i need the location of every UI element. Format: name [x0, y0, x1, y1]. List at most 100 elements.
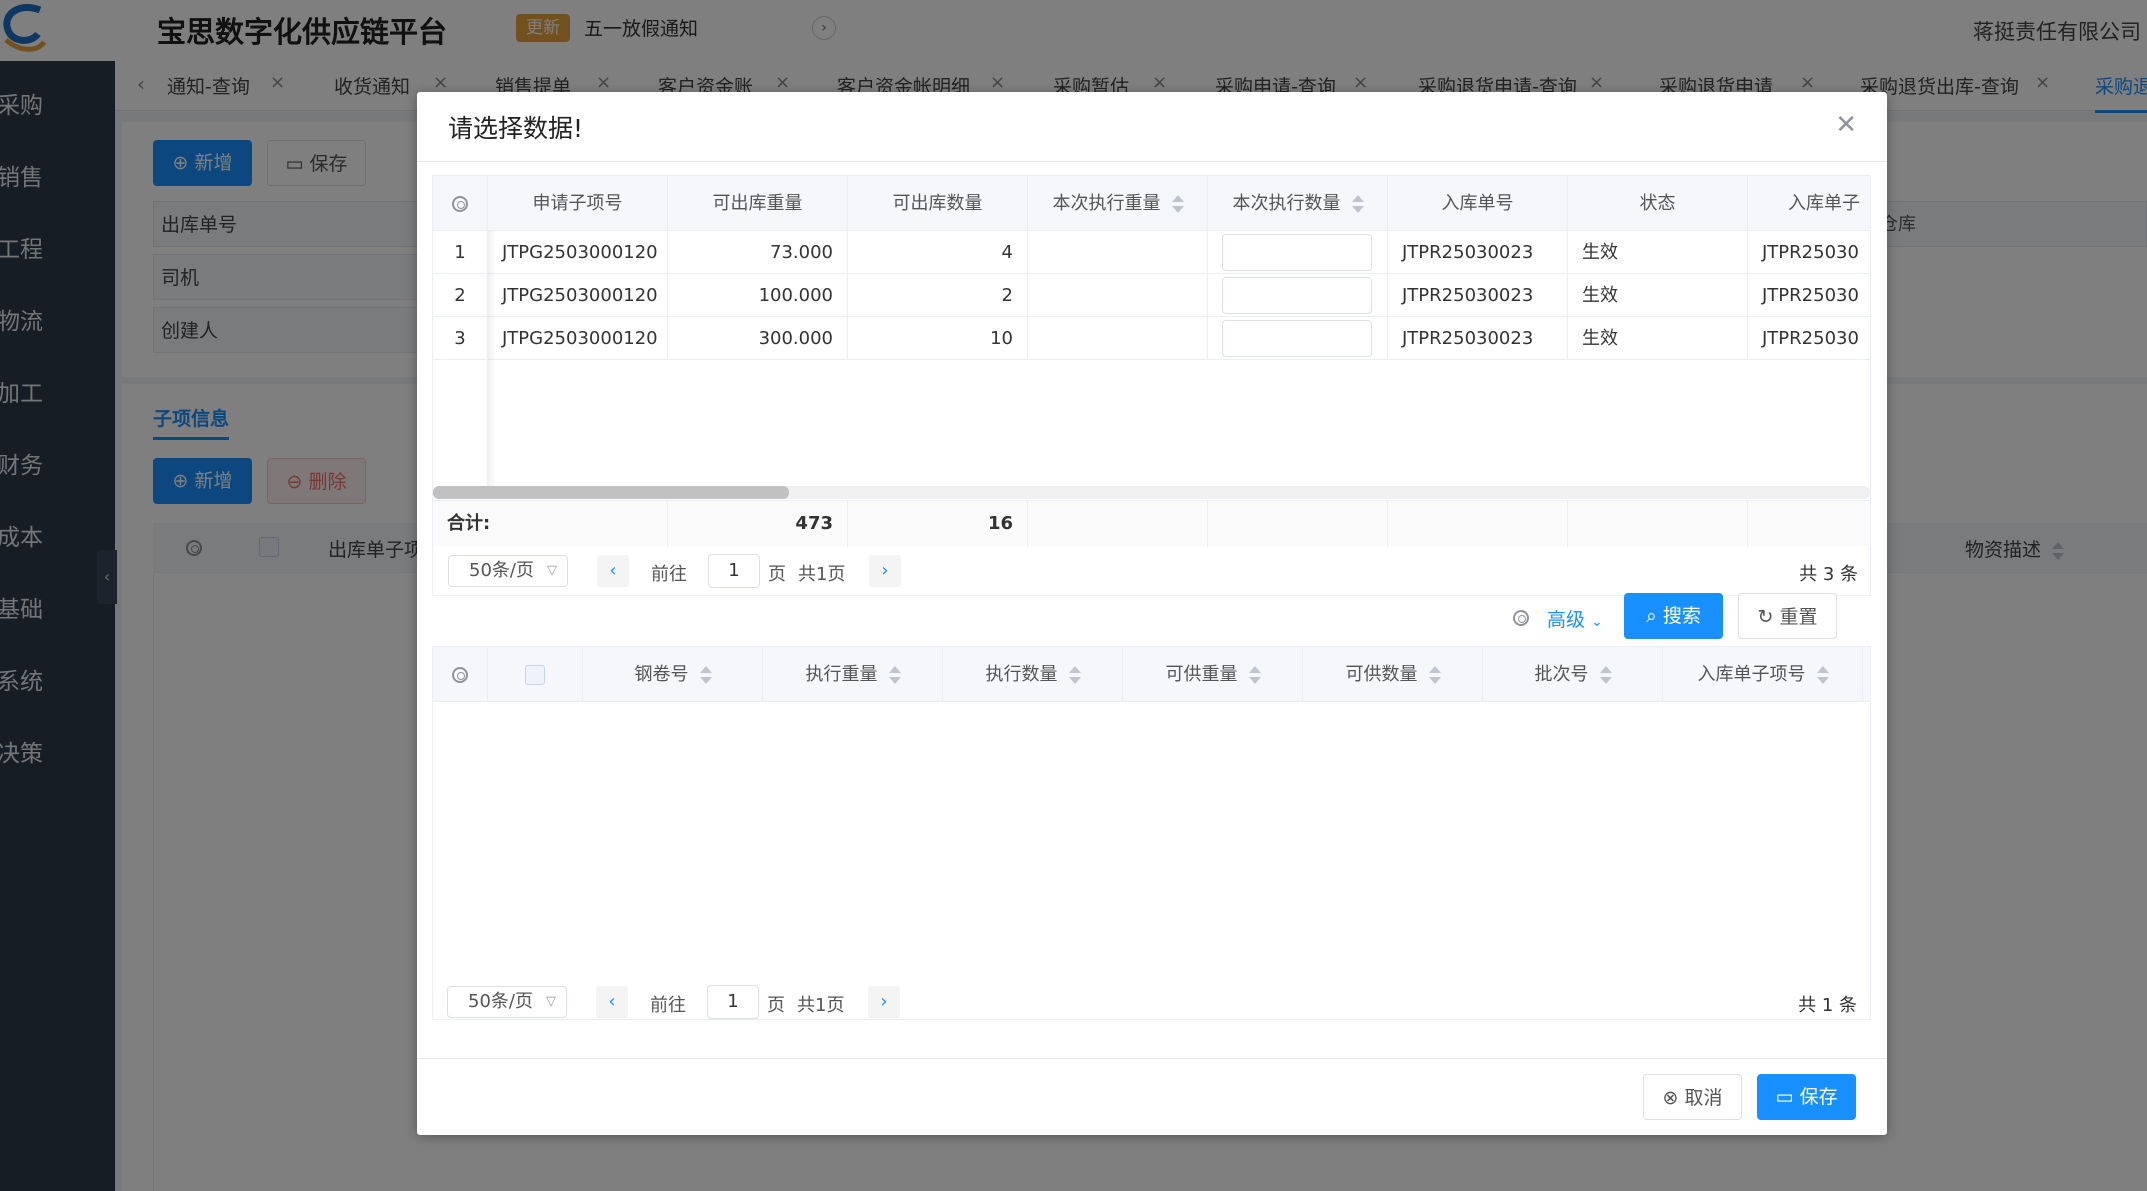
sort-icon[interactable] — [1351, 195, 1364, 213]
chevron-down-icon: ⌄ — [1591, 614, 1603, 630]
summary-label: 合计: — [433, 501, 668, 547]
col-available-weight[interactable]: 可出库重量 — [668, 176, 848, 231]
col-batch-no[interactable]: 批次号 — [1483, 647, 1663, 702]
cell-qty: 10 — [848, 317, 1028, 360]
col-exec-qty[interactable]: 执行数量 — [943, 647, 1123, 702]
sort-icon[interactable] — [1068, 666, 1081, 684]
dialog-close-icon[interactable]: ✕ — [1835, 110, 1857, 140]
chevron-down-icon: ▽ — [547, 563, 557, 578]
page-size-select[interactable]: 50条/页 ▽ — [447, 986, 567, 1018]
cell-inbound-no: JTPR25030023 — [1388, 317, 1568, 360]
total-pages-label: 共1页 — [798, 564, 846, 585]
col-supply-qty[interactable]: 可供数量 — [1303, 647, 1483, 702]
col-apply-item-no[interactable]: 申请子项号 — [488, 176, 668, 231]
page-unit-label: 页 — [767, 995, 785, 1016]
sort-icon[interactable] — [699, 666, 712, 684]
total-pages-label: 共1页 — [797, 995, 845, 1016]
dialog-title: 请选择数据! — [448, 114, 584, 143]
cell-exec-qty — [1208, 231, 1388, 274]
col-inbound-no[interactable]: 入库单号 — [1388, 176, 1568, 231]
total-count-label: 共 1 条 — [1798, 995, 1857, 1016]
grid-settings-icon[interactable] — [452, 196, 468, 212]
page-unit-label: 页 — [768, 564, 786, 585]
col-inbound-item[interactable]: 入库单子 — [1748, 176, 1870, 231]
col-available-qty[interactable]: 可出库数量 — [848, 176, 1028, 231]
cell-exec-qty — [1208, 274, 1388, 317]
cell-apply-item: JTPG2503000120 — [488, 274, 668, 317]
cell-inbound-item: JTPR25030 — [1762, 328, 1859, 349]
col-inbound-item-no[interactable]: 入库单子项号 — [1663, 647, 1863, 702]
select-all-cell[interactable] — [488, 647, 583, 702]
dialog-header: 请选择数据! ✕ — [417, 92, 1887, 162]
summary-empty — [1388, 501, 1568, 547]
chevron-down-icon: ▽ — [546, 994, 556, 1009]
reset-button[interactable]: ↻ 重置 — [1738, 593, 1837, 639]
cancel-button[interactable]: ⊗ 取消 — [1643, 1074, 1742, 1120]
fixed-column-divider — [487, 360, 488, 498]
col-status[interactable]: 状态 — [1568, 176, 1748, 231]
search-button[interactable]: ⌕ 搜索 — [1624, 593, 1723, 639]
search-icon: ⌕ — [1646, 605, 1657, 627]
col-coil-no[interactable]: 钢卷号 — [583, 647, 763, 702]
exec-qty-input[interactable] — [1222, 277, 1372, 314]
page-number-input[interactable]: 1 — [708, 554, 760, 588]
bottom-data-grid: 钢卷号 执行重量 执行数量 可供重量 可供数量 批次号 入库单子项号 — [432, 646, 1871, 1020]
sort-icon[interactable] — [1816, 666, 1829, 684]
sort-icon[interactable] — [1428, 666, 1441, 684]
exec-qty-input[interactable] — [1222, 234, 1372, 271]
cell-inbound-no: JTPR25030023 — [1388, 274, 1568, 317]
cell-status: 生效 — [1568, 231, 1748, 274]
cell-exec-weight — [1028, 274, 1208, 317]
col-exec-qty[interactable]: 本次执行数量 — [1208, 176, 1388, 231]
summary-weight: 473 — [668, 501, 848, 547]
exec-qty-input[interactable] — [1222, 320, 1372, 357]
cell-exec-qty — [1208, 317, 1388, 360]
summary-qty: 16 — [848, 501, 1028, 547]
dialog-footer: ⊗ 取消 ▭ 保存 — [417, 1058, 1887, 1135]
top-grid-settings-cell[interactable] — [433, 176, 488, 231]
summary-empty — [1028, 501, 1208, 547]
table-row[interactable]: 3 JTPG2503000120 300.000 10 JTPR25030023… — [433, 317, 1870, 360]
table-row[interactable]: 1 JTPG2503000120 73.000 4 JTPR25030023 生… — [433, 231, 1870, 274]
col-supply-weight[interactable]: 可供重量 — [1123, 647, 1303, 702]
advanced-search-toggle[interactable]: 高级 ⌄ — [1547, 605, 1603, 632]
cell-weight: 73.000 — [668, 231, 848, 274]
summary-row: 合计: 473 16 — [433, 500, 1870, 547]
top-data-grid: 申请子项号 可出库重量 可出库数量 本次执行重量 本次执行数量 入库单号 状态 … — [432, 175, 1871, 596]
page-number-input[interactable]: 1 — [707, 985, 759, 1019]
sort-icon[interactable] — [1248, 666, 1261, 684]
row-index: 3 — [433, 317, 488, 360]
top-grid-scrollbar[interactable] — [433, 486, 1870, 499]
cell-inbound-no: JTPR25030023 — [1388, 231, 1568, 274]
goto-label: 前往 — [650, 995, 686, 1016]
select-all-checkbox[interactable] — [525, 665, 545, 685]
cancel-icon: ⊗ — [1662, 1087, 1679, 1109]
sort-icon[interactable] — [1599, 666, 1612, 684]
col-exec-weight[interactable]: 本次执行重量 — [1028, 176, 1208, 231]
bottom-grid-settings-cell[interactable] — [433, 647, 488, 702]
refresh-icon: ↻ — [1757, 606, 1774, 628]
prev-page-button[interactable]: ‹ — [597, 555, 629, 587]
sort-icon[interactable] — [888, 666, 901, 684]
page-size-select[interactable]: 50条/页 ▽ — [448, 555, 568, 587]
select-data-dialog: 请选择数据! ✕ 申请子项号 可出库重量 可出库数量 本次执行重量 本次执行数量… — [417, 92, 1887, 1135]
cell-exec-weight — [1028, 231, 1208, 274]
cell-apply-item: JTPG2503000120 — [488, 231, 668, 274]
prev-page-button[interactable]: ‹ — [596, 986, 628, 1018]
cell-weight: 100.000 — [668, 274, 848, 317]
search-settings-icon[interactable] — [1513, 610, 1529, 626]
save-button[interactable]: ▭ 保存 — [1757, 1074, 1856, 1120]
sort-icon[interactable] — [1171, 195, 1184, 213]
row-index: 2 — [433, 274, 488, 317]
scroll-thumb[interactable] — [433, 486, 789, 499]
table-row[interactable]: 2 JTPG2503000120 100.000 2 JTPR25030023 … — [433, 274, 1870, 317]
cell-exec-weight — [1028, 317, 1208, 360]
next-page-button[interactable]: › — [868, 986, 900, 1018]
col-exec-weight[interactable]: 执行重量 — [763, 647, 943, 702]
grid-settings-icon[interactable] — [452, 667, 468, 683]
cell-qty: 2 — [848, 274, 1028, 317]
summary-empty — [1568, 501, 1748, 547]
next-page-button[interactable]: › — [869, 555, 901, 587]
bottom-grid-header: 钢卷号 执行重量 执行数量 可供重量 可供数量 批次号 入库单子项号 — [433, 647, 1870, 702]
top-pagination: 50条/页 ▽ ‹ 前往 1 页 共1页 › 共 3 条 — [433, 546, 1870, 595]
